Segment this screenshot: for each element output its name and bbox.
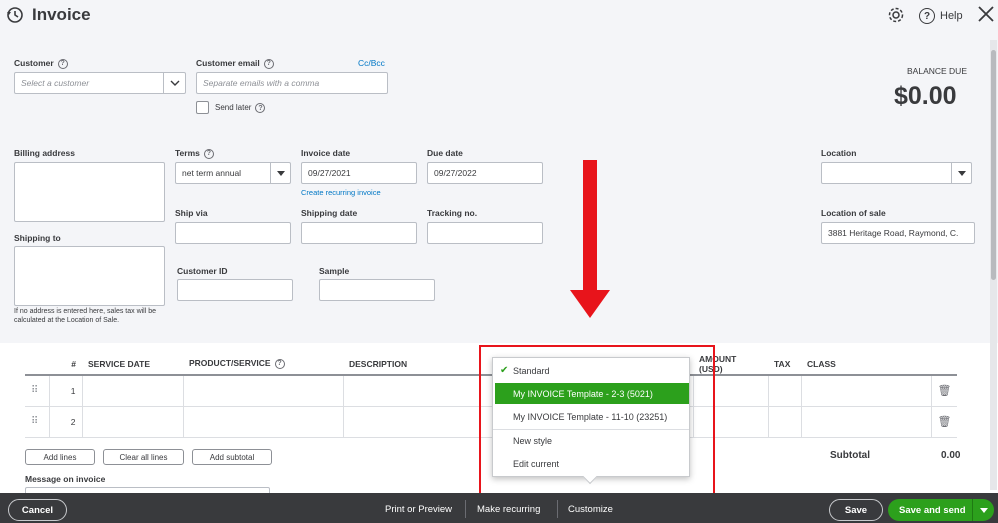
- col-num: #: [49, 353, 82, 376]
- col-product-service: PRODUCT/SERVICE?: [183, 353, 343, 376]
- scrollbar[interactable]: [990, 40, 997, 490]
- shipping-date-label: Shipping date: [301, 208, 358, 218]
- annotation-arrow: [570, 160, 610, 320]
- subtotal-label: Subtotal: [830, 450, 870, 461]
- location-of-sale-label: Location of sale: [821, 208, 886, 218]
- menu-item-template-2-3[interactable]: My INVOICE Template - 2-3 (5021): [495, 383, 689, 404]
- footer-divider: [557, 500, 558, 518]
- shipping-to-label: Shipping to: [14, 233, 61, 243]
- help-button[interactable]: ? Help: [919, 7, 963, 25]
- col-class: CLASS: [801, 353, 931, 376]
- trash-icon[interactable]: 🗑: [931, 375, 958, 407]
- due-date-label: Due date: [427, 148, 463, 158]
- customer-email-label: Customer email?: [196, 58, 274, 69]
- menu-item-new-style[interactable]: New style: [493, 430, 689, 451]
- help-icon[interactable]: ?: [255, 103, 266, 113]
- menu-item-standard[interactable]: ✔ Standard: [493, 360, 689, 381]
- shipping-date-input[interactable]: [301, 222, 417, 244]
- customer-label: Customer?: [14, 58, 68, 69]
- cancel-button[interactable]: Cancel: [8, 499, 67, 521]
- location-of-sale-input[interactable]: 3881 Heritage Road, Raymond, C.: [821, 222, 975, 244]
- clear-all-lines-button[interactable]: Clear all lines: [103, 449, 184, 465]
- caret-down-icon[interactable]: [951, 163, 971, 183]
- menu-item-template-11-10[interactable]: My INVOICE Template - 11-10 (23251): [493, 406, 689, 427]
- help-icon[interactable]: ?: [57, 58, 68, 69]
- recent-history-icon[interactable]: [6, 6, 24, 24]
- tracking-label: Tracking no.: [427, 208, 478, 218]
- drag-handle-icon[interactable]: ⠿: [25, 375, 50, 407]
- customer-email-input[interactable]: Separate emails with a comma: [196, 72, 388, 94]
- help-icon[interactable]: ?: [203, 148, 214, 159]
- customer-id-input[interactable]: [177, 279, 293, 301]
- help-icon[interactable]: ?: [263, 58, 274, 69]
- close-icon[interactable]: [977, 5, 995, 23]
- drag-handle-icon[interactable]: ⠿: [25, 406, 50, 438]
- tracking-input[interactable]: [427, 222, 543, 244]
- ship-via-input[interactable]: [175, 222, 291, 244]
- trash-icon[interactable]: 🗑: [931, 406, 958, 438]
- billing-address-label: Billing address: [14, 148, 75, 158]
- balance-due-value: $0.00: [894, 82, 957, 110]
- col-tax: TAX: [768, 353, 801, 376]
- make-recurring-button[interactable]: Make recurring: [477, 504, 540, 515]
- sample-label: Sample: [319, 266, 350, 276]
- gear-icon[interactable]: [887, 6, 905, 24]
- customer-id-label: Customer ID: [177, 266, 228, 276]
- subtotal-value: 0.00: [941, 450, 961, 461]
- col-service-date: SERVICE DATE: [82, 353, 183, 376]
- add-subtotal-button[interactable]: Add subtotal: [192, 449, 272, 465]
- caret-down-icon[interactable]: [270, 163, 290, 183]
- caret-down-icon[interactable]: [972, 499, 994, 521]
- invoice-date-input[interactable]: 09/27/2021: [301, 162, 417, 184]
- save-and-send-button[interactable]: Save and send: [888, 499, 994, 521]
- cc-bcc-link[interactable]: Cc/Bcc: [358, 58, 385, 68]
- check-icon: ✔: [500, 365, 509, 376]
- billing-address-textarea[interactable]: [14, 162, 165, 222]
- help-icon[interactable]: ?: [274, 358, 285, 369]
- location-select[interactable]: [821, 162, 972, 184]
- footer-divider: [465, 500, 466, 518]
- invoice-date-label: Invoice date: [301, 148, 351, 158]
- send-later-label: Send later?: [215, 103, 266, 113]
- balance-due-label: BALANCE DUE: [907, 66, 967, 76]
- sample-input[interactable]: [319, 279, 435, 301]
- create-recurring-invoice-link[interactable]: Create recurring invoice: [301, 188, 381, 197]
- print-preview-button[interactable]: Print or Preview: [385, 504, 452, 515]
- shipping-note: If no address is entered here, sales tax…: [14, 308, 157, 324]
- customize-dropdown-menu: ✔ Standard My INVOICE Template - 2-3 (50…: [492, 357, 690, 477]
- customize-button[interactable]: Customize: [568, 504, 613, 515]
- terms-label: Terms?: [175, 148, 214, 159]
- page-title: Invoice: [32, 5, 91, 24]
- scrollbar-thumb[interactable]: [991, 50, 996, 280]
- shipping-to-textarea[interactable]: [14, 246, 165, 306]
- help-icon: ?: [919, 8, 935, 24]
- send-later-checkbox[interactable]: [196, 101, 209, 114]
- customer-select[interactable]: Select a customer: [14, 72, 186, 94]
- terms-select[interactable]: net term annual: [175, 162, 291, 184]
- help-label: Help: [940, 10, 963, 22]
- location-label: Location: [821, 148, 857, 158]
- chevron-down-icon[interactable]: [163, 73, 185, 93]
- message-on-invoice-label: Message on invoice: [25, 474, 106, 484]
- add-lines-button[interactable]: Add lines: [25, 449, 95, 465]
- due-date-input[interactable]: 09/27/2022: [427, 162, 543, 184]
- save-button[interactable]: Save: [829, 499, 883, 521]
- ship-via-label: Ship via: [175, 208, 208, 218]
